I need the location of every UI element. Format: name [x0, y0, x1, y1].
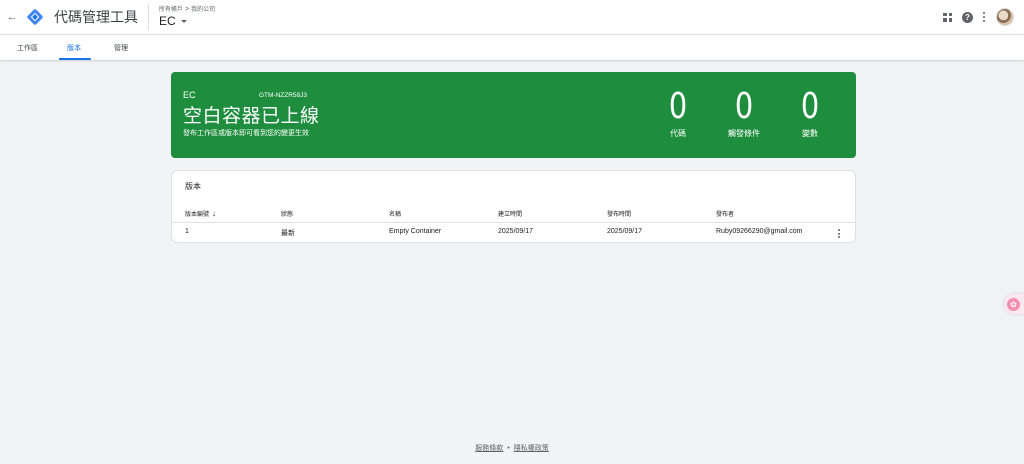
- chevron-right-icon: >: [185, 6, 190, 13]
- cell-publisher: Ruby09266290@gmail.com: [716, 228, 803, 235]
- more-vert-icon[interactable]: [983, 11, 986, 23]
- footer-separator: •: [507, 445, 510, 452]
- stat-tags-label: 代碼: [670, 129, 686, 138]
- floating-extension-button[interactable]: ✿: [1004, 294, 1024, 314]
- versions-title: 版本: [185, 182, 201, 191]
- breadcrumb: 所有帳戶 > 我的公司: [159, 6, 215, 14]
- active-tab-indicator: [59, 58, 91, 60]
- arrow-downward-icon: ↓: [212, 208, 217, 218]
- tab-admin[interactable]: 管理: [114, 35, 128, 60]
- cell-version-number: 1: [185, 228, 189, 235]
- help-icon[interactable]: ?: [962, 11, 973, 23]
- cell-created: 2025/09/17: [498, 228, 534, 235]
- app-title: 代碼管理工具: [54, 9, 138, 25]
- column-header-name[interactable]: 名稱: [389, 209, 401, 218]
- avatar[interactable]: [996, 8, 1014, 26]
- container-selector[interactable]: 所有帳戶 > 我的公司 EC: [159, 6, 215, 28]
- table-divider: [172, 222, 855, 223]
- arrow-back-icon[interactable]: ←: [3, 0, 21, 34]
- cell-name[interactable]: Empty Container: [389, 228, 441, 235]
- stat-tags[interactable]: 0 代碼: [658, 88, 698, 139]
- terms-link[interactable]: 服務條款: [475, 445, 503, 452]
- container-name: EC: [159, 14, 176, 28]
- column-header-created[interactable]: 建立時間: [498, 209, 522, 218]
- banner-container-name: EC: [183, 90, 196, 100]
- stat-triggers[interactable]: 0 觸發條件: [724, 88, 764, 139]
- stat-triggers-label: 觸發條件: [728, 129, 760, 138]
- column-header-published[interactable]: 發布時間: [607, 209, 631, 218]
- cell-status: 最新: [281, 230, 295, 237]
- banner-subtitle: 發布工作區或版本即可看到您的變更生效: [183, 130, 309, 137]
- column-header-version-number[interactable]: 版本編號 ↓: [185, 209, 216, 218]
- stat-variables[interactable]: 0 變數: [790, 88, 830, 139]
- gtm-logo-icon: [26, 8, 44, 26]
- tab-versions[interactable]: 版本: [67, 35, 81, 60]
- header-actions: ?: [943, 0, 1014, 34]
- stat-variables-label: 變數: [802, 129, 818, 138]
- tab-bar: 工作區 版本 管理: [0, 34, 1024, 60]
- more-vert-icon[interactable]: [838, 229, 841, 238]
- extension-icon: ✿: [1007, 297, 1020, 311]
- versions-card: 版本 版本編號 ↓ 狀態 名稱 建立時間 發布時間 發布者 1 最新 Empty…: [171, 170, 856, 243]
- stat-variables-count: 0: [800, 86, 820, 127]
- column-header-publisher[interactable]: 發布者: [716, 209, 734, 218]
- top-app-bar: ← 代碼管理工具 所有帳戶 > 我的公司 EC ?: [0, 0, 1024, 34]
- cell-published: 2025/09/17: [607, 228, 643, 235]
- breadcrumb-account[interactable]: 我的公司: [191, 6, 215, 14]
- container-id: GTM-NZZR58J3: [259, 92, 308, 99]
- apps-grid-icon[interactable]: [943, 12, 952, 22]
- stat-triggers-count: 0: [734, 86, 754, 127]
- container-name-dropdown[interactable]: EC: [159, 14, 215, 28]
- column-header-status[interactable]: 狀態: [281, 209, 293, 218]
- breadcrumb-all-accounts[interactable]: 所有帳戶: [159, 6, 183, 14]
- dropdown-arrow-icon: [180, 19, 187, 23]
- banner-headline: 空白容器已上線: [183, 106, 320, 127]
- header-divider: [148, 4, 149, 30]
- privacy-link[interactable]: 隱私權政策: [514, 445, 549, 452]
- footer: 服務條款 • 隱私權政策: [0, 443, 1024, 453]
- container-status-banner: EC GTM-NZZR58J3 空白容器已上線 發布工作區或版本即可看到您的變更…: [171, 72, 856, 158]
- stat-tags-count: 0: [668, 86, 688, 127]
- tab-workspace[interactable]: 工作區: [17, 35, 38, 60]
